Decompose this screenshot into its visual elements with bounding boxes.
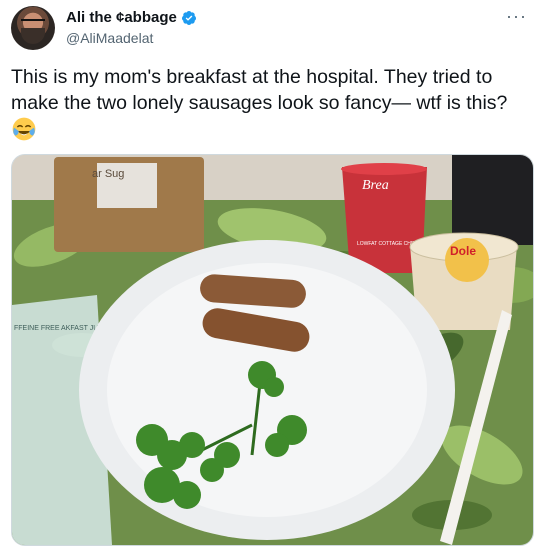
fruit-cup-brand: Dole bbox=[450, 244, 476, 258]
breakfast-tray-photo[interactable]: ar Sug Brea LOWFAT COTTAGE CHEESE Dole F… bbox=[11, 154, 534, 546]
author-display-name[interactable]: Ali the ¢abbage bbox=[66, 9, 177, 26]
bag-text: ar Sug bbox=[92, 168, 124, 180]
user-avatar[interactable] bbox=[11, 6, 55, 50]
tears-of-joy-emoji bbox=[12, 117, 36, 141]
author-handle[interactable]: @AliMaadelat bbox=[66, 30, 153, 46]
avatar-glasses bbox=[21, 19, 45, 26]
cheese-cup-brand: Brea bbox=[362, 178, 389, 193]
author-row: Ali the ¢abbage bbox=[66, 9, 197, 26]
more-horizontal-icon[interactable]: ··· bbox=[506, 6, 527, 27]
avatar-beard bbox=[21, 28, 45, 44]
paper-bag: ar Sug bbox=[54, 157, 204, 252]
tweet-text: This is my mom's breakfast at the hospit… bbox=[11, 66, 508, 114]
photo-canvas: ar Sug Brea LOWFAT COTTAGE CHEESE Dole F… bbox=[12, 155, 533, 545]
verified-badge-icon bbox=[181, 10, 196, 25]
